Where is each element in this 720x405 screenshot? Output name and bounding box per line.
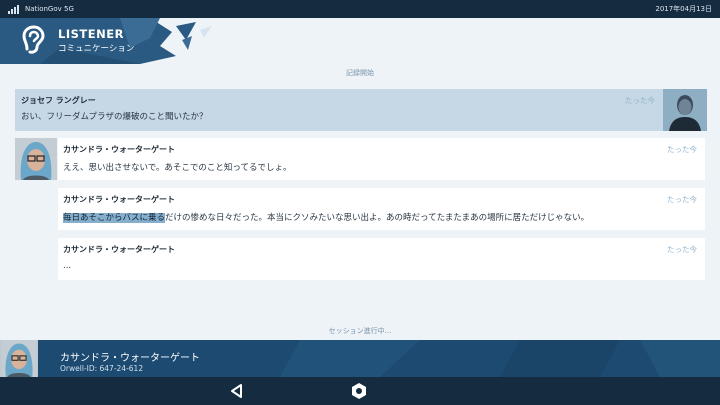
app-header: LISTENER コミュニケーション (0, 18, 720, 64)
message-time: たった今 (667, 145, 697, 154)
header-banner-shape (0, 18, 212, 64)
message-time: たった今 (625, 96, 655, 105)
footer-orwell-id: Orwell-ID: 647-24-612 (60, 364, 144, 373)
signal-icon (8, 4, 19, 14)
message-sender: ジョセフ ラングレー (21, 96, 96, 105)
recording-start-label: 記録開始 (346, 69, 374, 77)
message-cassandra-1: カサンドラ・ウォーターゲート ええ、思い出させないで。あそこでのこと知ってるでし… (58, 138, 705, 180)
status-date: 2017年04月13日 (655, 5, 712, 13)
avatar-joseph (663, 89, 707, 131)
message-time: たった今 (667, 195, 697, 204)
app-title: LISTENER (58, 27, 124, 41)
highlighted-text[interactable]: 毎日あそこからバスに乗る (63, 213, 166, 223)
message-text: ええ、思い出させないで。あそこでのこと知ってるでしょ。 (63, 163, 292, 173)
message-joseph: ジョセフ ラングレー おい、フリーダムプラザの爆破のこと聞いたか？ たった今 (15, 89, 707, 131)
message-sender: カサンドラ・ウォーターゲート (63, 145, 175, 154)
message-text: おい、フリーダムプラザの爆破のこと聞いたか？ (21, 112, 208, 122)
back-triangle-icon[interactable] (229, 383, 245, 399)
footer-avatar-cassandra (0, 340, 38, 377)
profile-footer[interactable]: カサンドラ・ウォーターゲート Orwell-ID: 647-24-612 (0, 340, 720, 377)
message-text[interactable]: 毎日あそこからバスに乗るだけの惨めな日々だった。本当にクソみたいな思い出よ。あの… (63, 211, 589, 223)
message-sender: カサンドラ・ウォーターゲート (63, 195, 175, 204)
app-subtitle: コミュニケーション (58, 44, 135, 54)
message-time: たった今 (667, 245, 697, 254)
ear-icon (22, 25, 45, 54)
status-bar: NationGov 5G 2017年04月13日 (0, 0, 720, 18)
message-sender: カサンドラ・ウォーターゲート (63, 245, 175, 254)
avatar-cassandra (15, 138, 57, 180)
home-hexagon-icon[interactable] (350, 382, 368, 400)
message-cassandra-2: カサンドラ・ウォーターゲート 毎日あそこからバスに乗るだけの惨めな日々だった。本… (58, 188, 705, 230)
session-status: セッション進行中... (328, 327, 392, 335)
message-text: ... (63, 261, 72, 271)
footer-name: カサンドラ・ウォーターゲート (60, 353, 200, 364)
carrier-name: NationGov 5G (25, 5, 74, 13)
navigation-bar (0, 377, 720, 405)
message-cassandra-3: カサンドラ・ウォーターゲート ... たった今 (58, 238, 705, 280)
message-text-rest: だけの惨めな日々だった。本当にクソみたいな思い出よ。あの時だってたまたまあの場所… (165, 213, 590, 223)
